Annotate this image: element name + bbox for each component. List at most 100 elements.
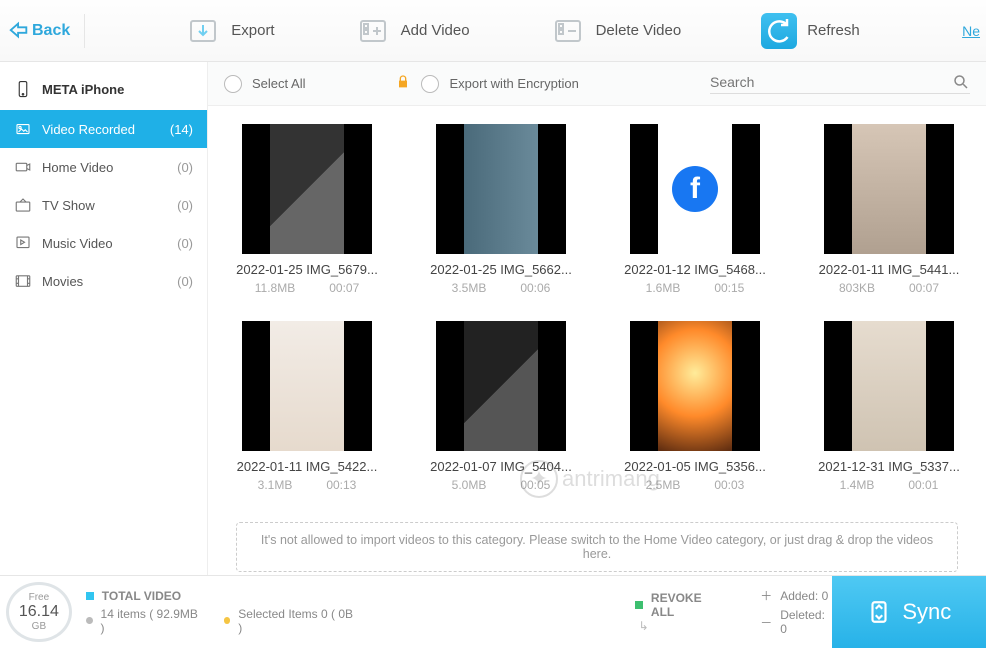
video-duration: 00:01 [908,478,938,492]
added-count: Added: 0 [780,589,828,603]
video-filename: 2022-01-11 IMG_5441... [819,262,960,277]
video-card[interactable]: 2022-01-25 IMG_5662...3.5MB00:06 [420,124,582,295]
refresh-icon [761,13,797,49]
video-duration: 00:07 [329,281,359,295]
video-size: 1.4MB [840,478,875,492]
sidebar-item-label: TV Show [42,198,95,213]
video-size: 2.5MB [646,478,681,492]
video-card[interactable]: 2022-01-07 IMG_5404... 5.0MB 00:05 [420,321,582,492]
device-name: META iPhone [42,82,124,97]
add-video-label: Add Video [401,22,470,39]
footer-bar: Free 16.14 GB TOTAL VIDEO 14 items ( 92.… [0,575,986,647]
revoke-label: REVOKE ALL [651,591,724,619]
video-thumbnail [436,124,566,254]
sidebar-item-label: Home Video [42,160,113,175]
content-pane: Select All Export with Encryption 2022-0… [208,62,986,575]
sidebar-item-home-video[interactable]: Home Video (0) [0,148,207,186]
video-size: 1.6MB [646,281,681,295]
sidebar-item-label: Video Recorded [42,122,135,137]
video-thumbnail [824,321,954,451]
sync-button[interactable]: Sync [832,576,986,648]
sidebar-item-video-recorded[interactable]: Video Recorded (14) [0,110,207,148]
video-thumbnail: f [630,124,760,254]
select-all-label: Select All [252,76,305,91]
search-field[interactable] [710,73,970,94]
total-items: 14 items ( 92.9MB ) [101,607,201,635]
video-filename: 2022-01-25 IMG_5662... [430,262,572,277]
sidebar-item-count: (0) [177,236,193,251]
toolbar-right-link[interactable]: Ne [962,23,980,39]
video-duration: 00:13 [326,478,356,492]
search-input[interactable] [710,74,952,90]
video-card[interactable]: 2022-01-11 IMG_5441... 803KB 00:07 [808,124,970,295]
sidebar-item-count: (0) [177,274,193,289]
device-row[interactable]: META iPhone [0,68,207,110]
add-video-icon [355,13,391,49]
sidebar-item-label: Music Video [42,236,113,251]
video-duration: 00:15 [714,281,744,295]
video-thumbnail [824,124,954,254]
video-size: 11.8MB [255,281,295,295]
video-grid: 2022-01-25 IMG_5679...11.8MB00:072022-01… [208,106,986,575]
middle-pane: META iPhone Video Recorded (14) Home Video… [0,62,986,575]
video-size: 803KB [839,281,875,295]
sync-icon [866,599,892,625]
video-duration: 00:06 [520,281,550,295]
encrypt-label: Export with Encryption [449,76,578,91]
free-unit: GB [32,621,46,632]
back-button[interactable]: Back [6,14,85,48]
video-duration: 00:03 [714,478,744,492]
video-thumbnail [630,321,760,451]
back-label: Back [32,22,70,40]
video-card[interactable]: 2021-12-31 IMG_5337... 1.4MB 00:01 [808,321,970,492]
search-icon [952,73,970,91]
video-thumbnail [242,124,372,254]
sidebar-item-music-video[interactable]: Music Video (0) [0,224,207,262]
delete-video-button[interactable]: Delete Video [550,13,682,49]
encrypt-checkbox[interactable] [421,75,439,93]
video-filename: 2022-01-12 IMG_5468... [624,262,766,277]
video-size: 5.0MB [452,478,487,492]
video-thumbnail [242,321,372,451]
video-card[interactable]: f 2022-01-12 IMG_5468... 1.6MB 00:15 [614,124,776,295]
total-video-label: TOTAL VIDEO [102,589,181,603]
free-label: Free [29,592,50,603]
sidebar-item-label: Movies [42,274,83,289]
sub-toolbar: Select All Export with Encryption [208,62,986,106]
sync-label: Sync [902,599,951,625]
export-button[interactable]: Export [185,13,274,49]
sidebar: META iPhone Video Recorded (14) Home Video… [0,62,208,575]
revoke-block: REVOKE ALL ↳ ＋Added: 0 －Deleted: 0 [635,587,831,636]
video-filename: 2022-01-05 IMG_5356... [624,459,766,474]
deleted-count: Deleted: 0 [780,608,831,636]
import-note: It's not allowed to import videos to thi… [236,522,958,572]
video-duration: 00:05 [520,478,550,492]
sidebar-item-count: (0) [177,160,193,175]
free-value: 16.14 [19,603,59,621]
lock-icon [395,74,411,93]
select-all-checkbox[interactable] [224,75,242,93]
video-card[interactable]: 2022-01-11 IMG_5422... 3.1MB 00:13 [226,321,388,492]
video-duration: 00:07 [909,281,939,295]
main-toolbar: Back Export Add Video Delete Video Refre… [0,0,986,62]
add-video-button[interactable]: Add Video [355,13,470,49]
video-card[interactable]: 2022-01-05 IMG_5356... 2.5MB 00:03 [614,321,776,492]
total-stats: TOTAL VIDEO 14 items ( 92.9MB ) Selected… [86,589,356,635]
sidebar-item-count: (0) [177,198,193,213]
storage-gauge: Free 16.14 GB [6,582,72,642]
video-filename: 2022-01-07 IMG_5404... [430,459,572,474]
video-size: 3.1MB [258,478,293,492]
selected-items: Selected Items 0 ( 0B ) [238,607,355,635]
refresh-button[interactable]: Refresh [761,13,860,49]
refresh-label: Refresh [807,22,860,39]
sidebar-item-count: (14) [170,122,193,137]
video-thumbnail [436,321,566,451]
delete-video-label: Delete Video [596,22,682,39]
video-card[interactable]: 2022-01-25 IMG_5679...11.8MB00:07 [226,124,388,295]
video-filename: 2022-01-11 IMG_5422... [237,459,378,474]
sidebar-item-movies[interactable]: Movies (0) [0,262,207,300]
export-icon [185,13,221,49]
video-filename: 2021-12-31 IMG_5337... [818,459,960,474]
sidebar-item-tv-show[interactable]: TV Show (0) [0,186,207,224]
delete-video-icon [550,13,586,49]
